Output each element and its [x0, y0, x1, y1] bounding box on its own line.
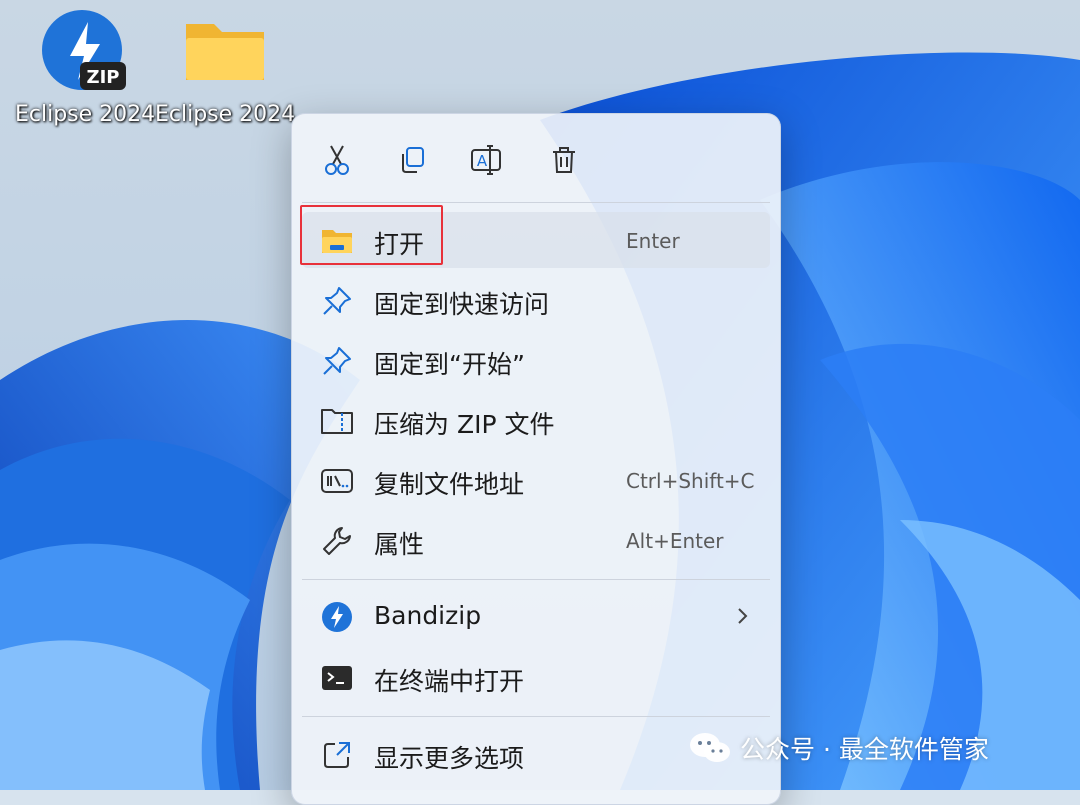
delete-icon [553, 147, 575, 173]
context-menu-toolbar: A [292, 114, 780, 202]
folder-icon [186, 24, 264, 80]
menu-separator [302, 202, 770, 203]
menu-item-bandizip[interactable]: Bandizip [302, 588, 770, 644]
annotation-highlight-box [300, 205, 443, 265]
desktop-icon-zip[interactable]: ZIP Eclipse 2024 [15, 8, 155, 127]
watermark-text: 公众号 · 最全软件管家 [740, 735, 989, 764]
menu-separator [302, 716, 770, 717]
zip-folder-icon [320, 404, 354, 438]
terminal-icon [320, 661, 354, 695]
menu-item-label: 属性 [374, 530, 425, 559]
menu-item-compress-zip[interactable]: 压缩为 ZIP 文件 [302, 392, 770, 448]
cut-button[interactable] [315, 138, 359, 182]
delete-button[interactable] [542, 138, 586, 182]
menu-item-properties[interactable]: 属性 Alt+Enter [302, 512, 770, 568]
wechat-icon [690, 733, 730, 762]
menu-item-copy-path[interactable]: 复制文件地址 Ctrl+Shift+C [302, 452, 770, 508]
copy-path-icon [320, 464, 354, 498]
menu-item-label: Bandizip [374, 601, 482, 630]
desktop-icon-label: Eclipse 2024 [15, 102, 156, 127]
menu-item-shortcut: Alt+Enter [626, 529, 724, 553]
menu-item-label: 显示更多选项 [374, 744, 525, 773]
pin-icon [320, 344, 354, 378]
bandizip-icon [320, 600, 354, 634]
zip-archive-icon: ZIP [42, 10, 126, 90]
svg-text:A: A [477, 152, 488, 170]
rename-icon: A [471, 145, 501, 175]
menu-item-pin-start[interactable]: 固定到“开始” [302, 332, 770, 388]
menu-separator [302, 579, 770, 580]
wrench-icon [320, 524, 354, 558]
menu-item-pin-quick-access[interactable]: 固定到快速访问 [302, 272, 770, 328]
desktop-icon-label: Eclipse 2024 [155, 102, 296, 127]
watermark: 公众号 · 最全软件管家 [688, 728, 989, 768]
desktop-icon-folder[interactable]: Eclipse 2024 [155, 8, 295, 127]
copy-icon [402, 147, 424, 173]
chevron-right-icon [738, 608, 748, 624]
menu-item-label: 在终端中打开 [374, 667, 525, 696]
pin-icon [320, 284, 354, 318]
share-more-icon [320, 738, 354, 772]
menu-item-open-terminal[interactable]: 在终端中打开 [302, 649, 770, 705]
menu-item-label: 固定到快速访问 [374, 290, 550, 319]
menu-item-label: 压缩为 ZIP 文件 [374, 410, 555, 439]
menu-item-label: 固定到“开始” [374, 350, 525, 379]
cut-icon [325, 145, 349, 175]
menu-item-shortcut: Enter [626, 229, 680, 253]
menu-item-shortcut: Ctrl+Shift+C [626, 469, 755, 493]
zip-badge: ZIP [87, 67, 120, 88]
copy-button[interactable] [390, 138, 434, 182]
menu-item-label: 复制文件地址 [374, 470, 525, 499]
rename-button[interactable]: A [465, 138, 509, 182]
